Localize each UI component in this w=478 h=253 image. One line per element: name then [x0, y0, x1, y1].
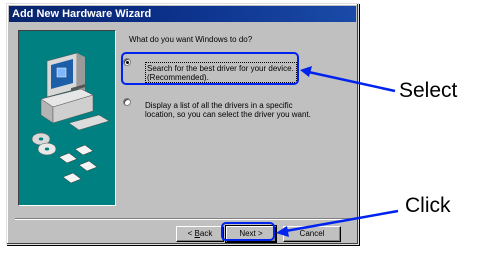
select-arrow-head — [300, 66, 312, 77]
click-arrow-line — [279, 209, 399, 234]
click-arrow-head — [276, 226, 289, 237]
select-arrow-line — [303, 69, 396, 93]
select-callout: Select — [399, 79, 458, 102]
click-callout: Click — [405, 194, 451, 217]
